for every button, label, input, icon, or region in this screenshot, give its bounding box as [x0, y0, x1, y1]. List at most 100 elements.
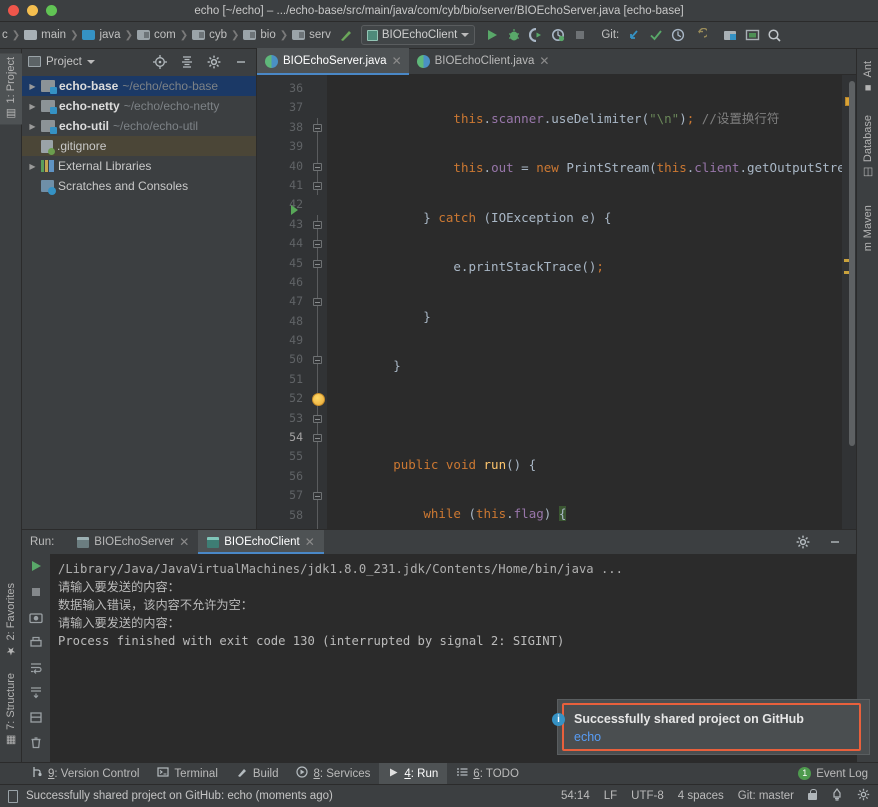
line-number: 58	[289, 507, 303, 522]
breadcrumb-item-server[interactable]: serv	[309, 29, 331, 41]
bottom-tab-build[interactable]: Build	[227, 763, 288, 785]
git-revert-icon[interactable]	[689, 24, 711, 46]
notification-balloon[interactable]: i Successfully shared project on GitHub …	[552, 699, 870, 755]
breadcrumb-item-cyb[interactable]: cyb	[209, 29, 227, 41]
source-folder-icon	[82, 30, 96, 40]
editor-scrollbar-thumb[interactable]	[849, 81, 855, 446]
indent-setting[interactable]: 4 spaces	[678, 790, 724, 802]
breadcrumb-item-java[interactable]: java	[99, 29, 120, 41]
project-structure-icon[interactable]	[719, 24, 741, 46]
close-window-button[interactable]	[8, 5, 19, 16]
run-tab-bioechoserver[interactable]: BIOEchoServer ✕	[68, 530, 198, 554]
close-icon[interactable]: ✕	[392, 54, 402, 68]
terminal-icon	[157, 766, 170, 781]
tree-item-echo-base[interactable]: ▶ echo-base ~/echo/echo-base	[22, 76, 256, 96]
window-controls[interactable]	[0, 5, 57, 16]
camera-icon[interactable]	[29, 611, 43, 627]
file-encoding[interactable]: UTF-8	[631, 790, 664, 802]
print-icon[interactable]	[29, 636, 43, 652]
select-in-icon[interactable]	[741, 24, 763, 46]
memory-indicator-icon[interactable]	[8, 789, 18, 803]
soft-wrap-icon[interactable]	[29, 661, 43, 677]
minimize-icon[interactable]	[824, 531, 846, 553]
line-number: 38	[289, 119, 303, 134]
bottom-tab-todo[interactable]: 6: TODO	[447, 763, 528, 785]
maximize-window-button[interactable]	[46, 5, 57, 16]
event-log-button[interactable]: 1 Event Log	[798, 767, 878, 780]
settings-icon[interactable]	[857, 788, 870, 804]
inspections-icon[interactable]	[831, 788, 843, 804]
close-icon[interactable]: ✕	[179, 535, 189, 549]
collapse-all-icon[interactable]	[176, 51, 198, 73]
line-separator[interactable]: LF	[604, 790, 617, 802]
locate-icon[interactable]	[149, 51, 171, 73]
intention-bulb-icon[interactable]	[312, 393, 325, 406]
run-tab-bioechoclient[interactable]: BIOEchoClient ✕	[198, 530, 324, 554]
build-hammer-icon[interactable]	[335, 24, 357, 46]
trash-icon[interactable]	[29, 736, 43, 752]
chevron-down-icon[interactable]	[86, 59, 95, 64]
settings-gear-icon[interactable]	[203, 51, 225, 73]
tree-item-external-libraries[interactable]: ▶ External Libraries	[22, 156, 256, 176]
bottom-tab-run[interactable]: 4: Run	[379, 762, 448, 785]
project-window-icon	[28, 56, 41, 67]
bottom-tab-terminal[interactable]: Terminal	[148, 763, 226, 785]
code-line: public void run() {	[393, 456, 537, 472]
profiler-icon[interactable]	[547, 24, 569, 46]
debug-icon[interactable]	[503, 24, 525, 46]
run-side-toolbar	[22, 554, 50, 762]
git-update-icon[interactable]	[623, 24, 645, 46]
chevron-right-icon[interactable]: ▶	[28, 102, 37, 111]
sidebar-item-ant[interactable]: ■ Ant	[857, 57, 878, 98]
line-number: 57	[289, 488, 303, 503]
search-everywhere-icon[interactable]	[763, 24, 785, 46]
notification-link[interactable]: echo	[574, 730, 849, 744]
breadcrumb-item-bio[interactable]: bio	[260, 29, 275, 41]
tree-item-scratches[interactable]: Scratches and Consoles	[22, 176, 256, 196]
chevron-down-icon	[461, 33, 470, 37]
git-branch[interactable]: Git: master	[738, 790, 794, 802]
tree-item-gitignore[interactable]: .gitignore	[22, 136, 256, 156]
chevron-right-icon[interactable]: ▶	[28, 122, 37, 131]
run-config-icon	[366, 29, 378, 41]
breadcrumb-item-main[interactable]: main	[41, 29, 66, 41]
run-tab-bar: Run: BIOEchoServer ✕ BIOEchoClient ✕	[22, 530, 856, 554]
tree-item-echo-netty[interactable]: ▶ echo-netty ~/echo/echo-netty	[22, 96, 256, 116]
breadcrumb-item-root[interactable]: c	[2, 29, 8, 41]
navigation-breadcrumb[interactable]: c ❯ main ❯ java ❯ com ❯ cyb ❯ bio ❯ serv	[2, 29, 331, 41]
breadcrumb-item-com[interactable]: com	[154, 29, 176, 41]
git-commit-icon[interactable]	[645, 24, 667, 46]
run-coverage-icon[interactable]	[525, 24, 547, 46]
run-icon[interactable]	[481, 24, 503, 46]
sidebar-item-database[interactable]: ◫ Database	[857, 111, 878, 183]
stop-icon[interactable]	[569, 24, 591, 46]
sidebar-item-project[interactable]: ▤ 1: Project	[0, 53, 22, 125]
bottom-tab-version-control[interactable]: 9: Version Control	[22, 763, 148, 785]
gear-icon[interactable]	[792, 531, 814, 553]
close-icon[interactable]: ✕	[305, 535, 315, 549]
lock-icon[interactable]	[808, 788, 817, 800]
info-icon: i	[552, 713, 565, 726]
caret-position[interactable]: 54:14	[561, 790, 590, 802]
bottom-tab-services[interactable]: 8: Services	[287, 763, 379, 785]
project-panel-title[interactable]: Project	[28, 56, 144, 68]
rerun-icon[interactable]	[29, 559, 43, 576]
hide-icon[interactable]	[230, 51, 252, 73]
run-method-gutter-icon[interactable]	[291, 205, 298, 215]
sidebar-item-favorites[interactable]: ★ 2: Favorites	[0, 579, 22, 661]
export-icon[interactable]	[29, 711, 43, 727]
stop-icon[interactable]	[29, 585, 43, 602]
console-line: 数据输入错误，该内容不允许为空：	[58, 598, 253, 612]
sidebar-item-maven[interactable]: m Maven	[857, 201, 878, 255]
scroll-to-end-icon[interactable]	[29, 686, 43, 702]
chevron-right-icon[interactable]: ▶	[28, 162, 37, 171]
editor-tab-bioechoclient[interactable]: BIOEchoClient.java ✕	[409, 48, 557, 74]
sidebar-item-structure[interactable]: ▦ 7: Structure	[0, 669, 22, 751]
run-configuration-selector[interactable]: BIOEchoClient	[360, 25, 476, 45]
git-history-icon[interactable]	[667, 24, 689, 46]
chevron-right-icon[interactable]: ▶	[28, 82, 37, 91]
close-icon[interactable]: ✕	[539, 54, 549, 68]
editor-tab-bioechoserver[interactable]: BIOEchoServer.java ✕	[257, 48, 409, 75]
tree-item-echo-util[interactable]: ▶ echo-util ~/echo/echo-util	[22, 116, 256, 136]
minimize-window-button[interactable]	[27, 5, 38, 16]
